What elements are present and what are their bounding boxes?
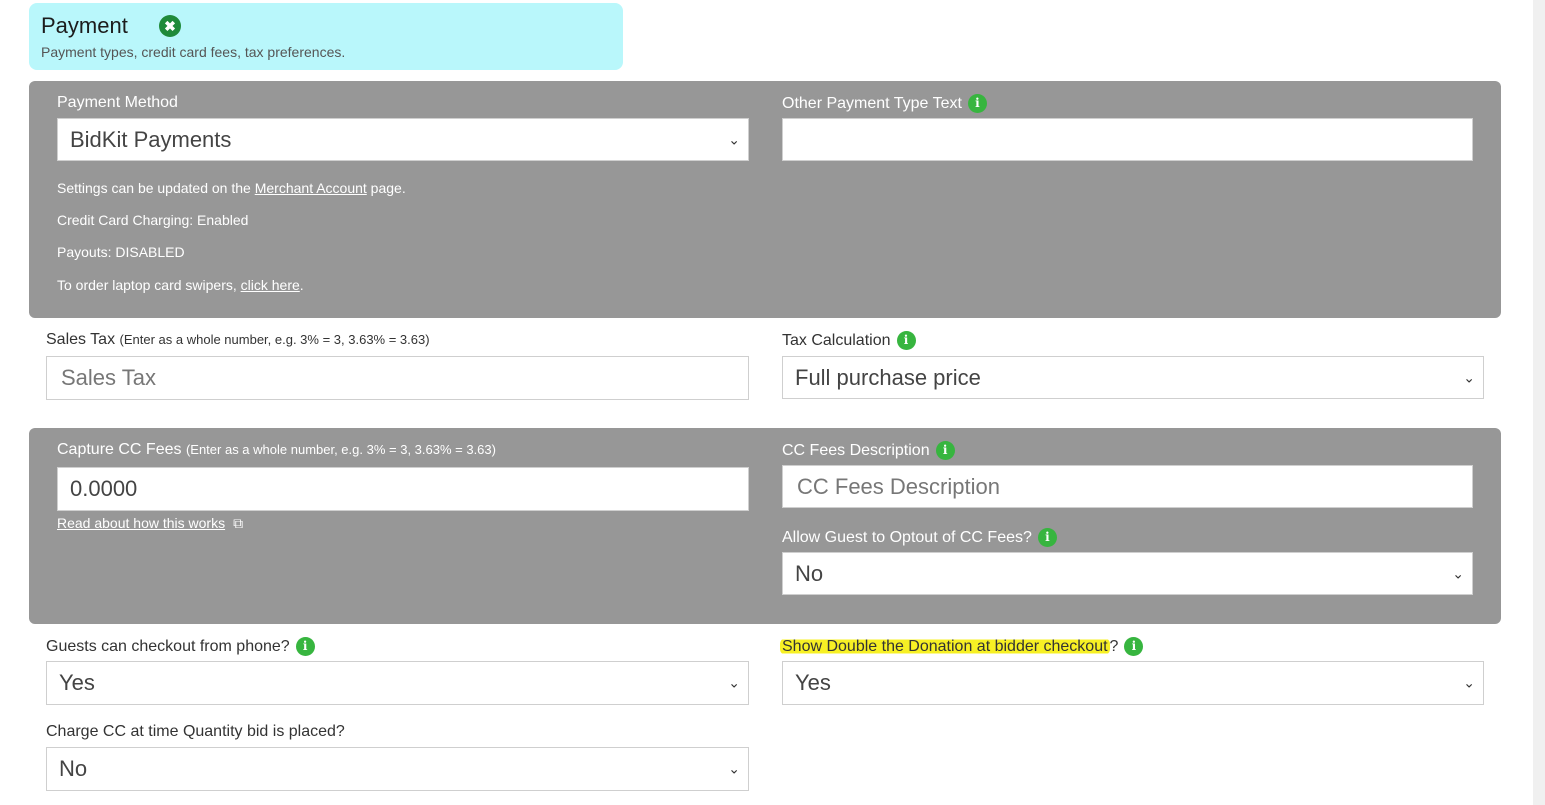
payment-method-select[interactable]: BidKit Payments ⌄ [57, 118, 749, 161]
cc-fees-label: Capture CC Fees (Enter as a whole number… [57, 441, 496, 458]
info-icon[interactable]: i [295, 637, 315, 656]
phone-checkout-value: Yes [59, 670, 95, 695]
tax-calculation-select[interactable]: Full purchase price ⌄ [782, 356, 1484, 399]
phone-checkout-select[interactable]: Yes ⌄ [46, 661, 749, 705]
external-link-icon: ⧉ [233, 515, 244, 531]
chevron-down-icon: ⌄ [728, 674, 740, 691]
scrollbar-track[interactable] [1533, 0, 1545, 805]
payment-method-value: BidKit Payments [70, 126, 232, 152]
payouts-status: Payouts: DISABLED [57, 244, 185, 260]
cc-fees-value: 0.0000 [70, 476, 138, 501]
info-icon[interactable]: i [896, 331, 916, 350]
read-about-link[interactable]: Read about how this works [57, 515, 225, 531]
tax-calculation-label: Tax Calculation i [782, 331, 916, 350]
other-payment-input[interactable] [782, 118, 1473, 161]
double-donation-label: Show Double the Donation at bidder check… [780, 637, 1144, 656]
sales-tax-placeholder: Sales Tax [61, 365, 156, 390]
chevron-down-icon: ⌄ [1463, 674, 1475, 691]
cc-charging-status: Credit Card Charging: Enabled [57, 212, 249, 228]
chevron-down-icon: ⌄ [728, 760, 740, 777]
click-here-link[interactable]: click here [241, 277, 300, 293]
cc-fees-description-input[interactable]: CC Fees Description [782, 465, 1473, 508]
optout-select[interactable]: No ⌄ [782, 552, 1473, 595]
sales-tax-input[interactable]: Sales Tax [46, 356, 749, 400]
cc-fees-description-label: CC Fees Description i [782, 441, 955, 460]
double-donation-value: Yes [795, 670, 831, 695]
cc-fees-description-placeholder: CC Fees Description [797, 473, 1000, 499]
cc-fees-help: Read about how this works ⧉ [57, 515, 243, 532]
section-subtitle: Payment types, credit card fees, tax pre… [41, 44, 346, 60]
chevron-down-icon: ⌄ [1452, 565, 1464, 581]
info-icon[interactable]: i [967, 94, 987, 113]
info-icon[interactable]: i [1124, 637, 1144, 656]
cc-fees-input[interactable]: 0.0000 [57, 467, 749, 511]
merchant-account-link[interactable]: Merchant Account [255, 180, 367, 196]
chevron-down-icon: ⌄ [1463, 369, 1475, 385]
chevron-down-icon: ⌄ [728, 131, 740, 147]
merchant-settings-note: Settings can be updated on the Merchant … [57, 180, 406, 196]
payment-method-label: Payment Method [57, 94, 178, 111]
charge-cc-value: No [59, 756, 88, 781]
optout-label: Allow Guest to Optout of CC Fees? i [782, 528, 1057, 547]
optout-value: No [795, 560, 824, 586]
close-icon[interactable]: ✖ [159, 15, 181, 37]
phone-checkout-label: Guests can checkout from phone? i [46, 637, 315, 656]
sales-tax-label: Sales Tax (Enter as a whole number, e.g.… [46, 331, 430, 348]
card-swipers-note: To order laptop card swipers, click here… [57, 277, 304, 293]
section-title: Payment [41, 13, 128, 38]
info-icon[interactable]: i [935, 441, 955, 460]
charge-cc-label: Charge CC at time Quantity bid is placed… [46, 723, 345, 740]
double-donation-select[interactable]: Yes ⌄ [782, 661, 1484, 705]
payment-section-header: Payment ✖ Payment types, credit card fee… [29, 3, 623, 70]
other-payment-label: Other Payment Type Text i [782, 94, 987, 113]
highlighted-text: Show Double the Donation at bidder check… [780, 638, 1110, 655]
tax-calculation-value: Full purchase price [795, 364, 981, 390]
charge-cc-select[interactable]: No ⌄ [46, 747, 749, 791]
info-icon[interactable]: i [1037, 528, 1057, 547]
